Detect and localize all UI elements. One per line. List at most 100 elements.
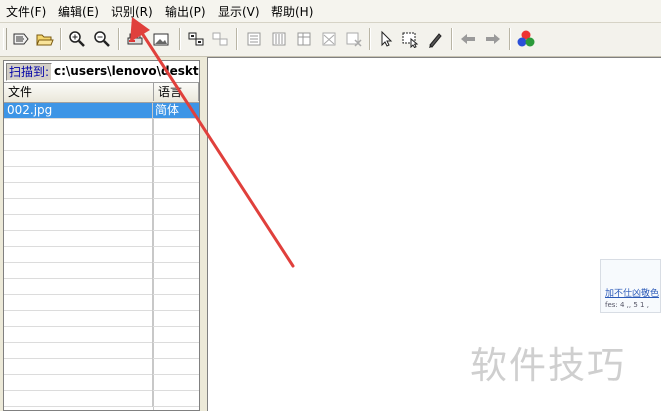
toolbar-grip[interactable] [3,28,7,50]
menu-file[interactable]: 文件(F) [5,4,47,20]
scan-path-field[interactable]: c:\users\lenovo\deskto [54,63,199,79]
scan-path-row: 扫描到: c:\users\lenovo\deskto [4,61,199,83]
column-header-file[interactable]: 文件 [4,83,154,101]
file-name-cell [4,327,153,343]
file-name-cell [4,215,153,231]
scan-icon[interactable] [124,28,146,50]
table-row[interactable] [4,295,199,311]
table-row[interactable] [4,391,199,407]
language-cell [153,295,199,311]
file-name-cell [4,183,153,199]
color-icon[interactable] [515,28,537,50]
table-row[interactable] [4,263,199,279]
language-cell [153,359,199,375]
table-row[interactable] [4,359,199,375]
toolbar-separator [236,28,238,50]
table-row[interactable] [4,135,199,151]
menu-output[interactable]: 输出(P) [164,4,207,20]
forward-arrow-icon[interactable] [482,28,504,50]
language-cell [153,183,199,199]
preview-link-text: 加不仕凶敬色 [605,289,660,299]
language-cell [153,119,199,135]
recognize-region-icon[interactable] [399,28,421,50]
layout-3-icon[interactable] [293,28,315,50]
layout-2-icon[interactable] [268,28,290,50]
table-row[interactable] [4,119,199,135]
delete-region-icon[interactable] [343,28,365,50]
table-row[interactable] [4,167,199,183]
menu-help[interactable]: 帮助(H) [270,4,314,20]
table-row[interactable] [4,215,199,231]
language-cell [153,263,199,279]
table-row[interactable] [4,151,199,167]
select-region-disabled-icon[interactable] [209,28,231,50]
toolbar-separator [118,28,120,50]
pen-icon[interactable] [424,28,446,50]
layout-4-icon[interactable] [318,28,340,50]
file-name-cell [4,151,153,167]
open-scan-icon[interactable] [10,28,32,50]
layout-1-icon[interactable] [243,28,265,50]
file-name-cell [4,167,153,183]
table-row[interactable] [4,343,199,359]
language-cell [153,391,199,407]
image-icon[interactable] [150,28,172,50]
image-preview-fragment: 加不仕凶敬色 fes: 4 ,, 5 1 , [600,259,661,313]
file-name-cell [4,279,153,295]
language-cell [153,231,199,247]
panel-splitter[interactable] [200,60,207,411]
watermark-text: 软件技巧 [470,344,626,387]
table-row[interactable] [4,327,199,343]
file-name-cell [4,247,153,263]
table-row[interactable] [4,279,199,295]
scan-to-label: 扫描到: [6,63,53,81]
column-header-language[interactable]: 语言 [154,83,199,101]
menu-edit[interactable]: 编辑(E) [57,4,100,20]
zoom-out-icon[interactable] [91,28,113,50]
language-cell [153,375,199,391]
language-cell [153,279,199,295]
table-row[interactable] [4,199,199,215]
table-row[interactable] [4,231,199,247]
language-cell [153,343,199,359]
file-name-cell [4,231,153,247]
toolbar [0,23,661,57]
file-name-cell [4,311,153,327]
preview-small-text: fes: 4 ,, 5 1 , [605,301,649,309]
language-cell [153,167,199,183]
language-cell [153,311,199,327]
menu-view[interactable]: 显示(V) [217,4,261,20]
zoom-in-icon[interactable] [66,28,88,50]
language-cell [153,215,199,231]
file-name-cell [4,263,153,279]
file-list-rows: 002.jpg 简体 [4,103,199,410]
table-row[interactable] [4,311,199,327]
open-folder-icon[interactable] [34,28,56,50]
select-region-icon[interactable] [185,28,207,50]
file-list-panel: 扫描到: c:\users\lenovo\deskto 文件 语言 002.jp… [3,60,200,411]
back-arrow-icon[interactable] [457,28,479,50]
language-cell [153,135,199,151]
file-name-cell [4,391,153,407]
table-row[interactable] [4,183,199,199]
table-row[interactable] [4,375,199,391]
toolbar-separator [60,28,62,50]
file-name-cell [4,119,153,135]
file-name-cell [4,135,153,151]
pointer-icon[interactable] [375,28,397,50]
toolbar-separator [179,28,181,50]
file-name-cell [4,359,153,375]
file-name-cell [4,199,153,215]
menu-recognize[interactable]: 识别(R) [110,4,154,20]
file-name-cell [4,375,153,391]
menu-bar: 文件(F) 编辑(E) 识别(R) 输出(P) 显示(V) 帮助(H) [0,0,661,23]
toolbar-separator [451,28,453,50]
file-name-cell [4,343,153,359]
language-cell [153,327,199,343]
language-cell: 简体 [155,103,180,117]
file-name-cell [4,295,153,311]
language-cell [153,247,199,263]
table-row[interactable] [4,247,199,263]
table-row[interactable]: 002.jpg 简体 [4,103,199,119]
toolbar-separator [369,28,371,50]
